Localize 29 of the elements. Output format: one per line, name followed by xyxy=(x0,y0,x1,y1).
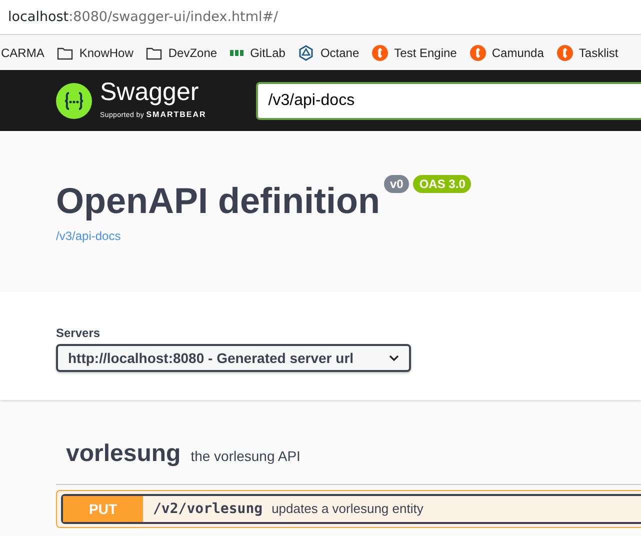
tag-description: the vorlesung API xyxy=(190,447,300,466)
folder-icon xyxy=(146,46,162,60)
bookmark-link[interactable]: Tasklist xyxy=(556,44,618,62)
endpoint-path: /v2/vorlesung xyxy=(153,500,263,518)
camunda-logo-icon xyxy=(372,44,388,60)
servers-label: Servers xyxy=(56,325,102,342)
operation-row[interactable]: PUT /v2/vorlesung updates a vorlesung entity xyxy=(56,490,641,528)
logo-text: Swagger xyxy=(100,80,200,105)
bookmark-link[interactable]: Camunda xyxy=(470,44,544,62)
bookmark-link[interactable]: Test Engine xyxy=(372,44,457,62)
bookmark-link[interactable]: KnowHow xyxy=(57,44,134,62)
chevron-down-icon xyxy=(389,355,399,361)
tag-name[interactable]: vorlesung xyxy=(56,436,181,472)
bookmark-link[interactable]: GitLab xyxy=(230,44,286,62)
api-title: OpenAPI definition xyxy=(56,183,380,219)
method-badge: PUT xyxy=(63,496,143,522)
bookmark-link[interactable]: CARMA xyxy=(1,44,44,62)
url-field[interactable]: /v3/api-docs xyxy=(256,82,641,120)
hexagon-icon xyxy=(298,44,314,60)
swagger-logo-icon xyxy=(56,82,92,118)
folder-icon xyxy=(57,46,74,60)
bookmark-link[interactable]: DevZone xyxy=(146,44,218,62)
camunda-logo-icon xyxy=(556,44,573,60)
oas-badge: OAS 3.0 xyxy=(413,175,472,193)
camunda-logo-icon xyxy=(470,44,486,60)
version-badge: v0 xyxy=(384,175,410,193)
operation-summary: updates a vorlesung entity xyxy=(272,500,424,518)
bookmark-link[interactable]: Octane xyxy=(298,44,360,62)
server-select[interactable]: http://localhost:8080 - Generated server url xyxy=(56,344,411,372)
